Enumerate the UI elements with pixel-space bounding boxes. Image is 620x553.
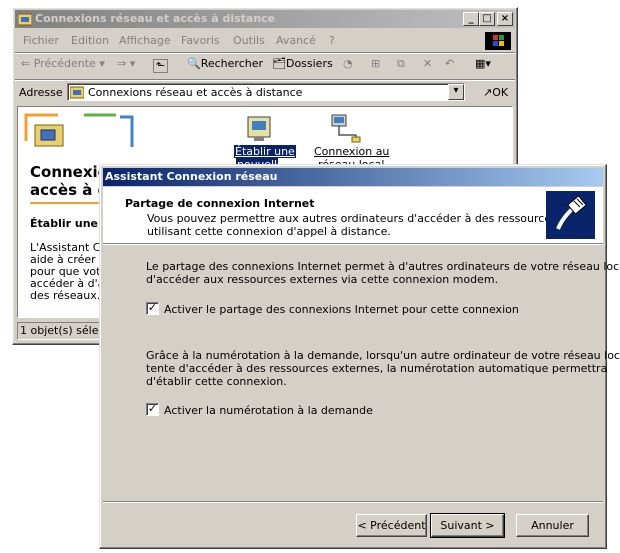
dial-demand-desc-line2: tente d'accéder à des ressources externe… [146, 362, 608, 375]
move-to-icon[interactable]: ⊞ [371, 57, 380, 70]
views-icon[interactable]: ▦▾ [475, 57, 491, 70]
address-bar: Adresse Connexions réseau et accès à dis… [17, 82, 513, 104]
menu-favoris[interactable]: Favoris [181, 34, 220, 47]
forward-arrow-icon: ⇒ [117, 57, 127, 70]
back-button[interactable]: < Précédent [356, 514, 427, 537]
search-button[interactable]: 🔍Rechercher [187, 57, 263, 70]
menu-bar: Fichier Edition Affichage Favoris Outils… [17, 32, 513, 50]
go-button[interactable]: ↗OK [483, 86, 508, 99]
maximize-button[interactable]: □ [479, 12, 495, 26]
network-folder-icon [70, 86, 84, 99]
folder-body-line: des réseaux. [30, 289, 101, 302]
menu-help[interactable]: ? [329, 34, 335, 47]
network-cable-icon [546, 191, 595, 239]
folder-heading-line2: accès à d [30, 181, 109, 199]
address-input[interactable]: Connexions réseau et accès à distance ▾ [67, 83, 465, 101]
wizard-title: Assistant Connexion réseau [105, 170, 278, 183]
dial-demand-desc-line3: d'établir cette connexion. [146, 375, 287, 388]
menu-outils[interactable]: Outils [233, 34, 265, 47]
menu-affichage[interactable]: Affichage [119, 34, 171, 47]
lan-connection-label-line1: Connexion au [314, 145, 390, 158]
explorer-titlebar[interactable]: Connexions réseau et accès à distance _ … [15, 10, 515, 28]
cancel-button[interactable]: Annuler [516, 514, 589, 537]
back-button[interactable]: ⇐ Précédente ▾ [21, 57, 105, 70]
copy-to-icon[interactable]: ⧉ [397, 57, 405, 71]
new-connection-item[interactable]: Établir une nouvell [230, 109, 296, 171]
back-label: Précédente [33, 57, 96, 70]
undo-icon[interactable]: ↶ [445, 57, 454, 70]
next-button[interactable]: Suivant > [430, 513, 505, 538]
folders-icon: 🗂 [272, 57, 286, 70]
menu-fichier[interactable]: Fichier [23, 34, 59, 47]
search-icon: 🔍 [187, 57, 201, 70]
sharing-desc-line1: Le partage des connexions Internet perme… [146, 260, 620, 273]
ics-checkbox-label[interactable]: Activer le partage des connexions Intern… [164, 303, 519, 316]
folder-subheading: Établir une n [30, 217, 110, 230]
explorer-toolbar: ⇐ Précédente ▾ ⇒ ▾ ⬑ 🔍Rechercher 🗂Dossie… [17, 54, 513, 78]
close-button[interactable]: × [497, 12, 513, 26]
folders-label: Dossiers [285, 57, 333, 70]
wizard-header-title: Partage de connexion Internet [125, 197, 315, 210]
explorer-title: Connexions réseau et accès à distance [35, 12, 276, 25]
address-label: Adresse [19, 86, 63, 99]
sharing-desc-line2: d'accéder aux ressources externes via ce… [146, 273, 499, 286]
search-label: Rechercher [200, 57, 263, 70]
footer-separator [103, 501, 603, 503]
address-value: Connexions réseau et accès à distance [88, 86, 303, 99]
history-icon[interactable]: ◔ [343, 57, 353, 70]
windows-logo-icon [485, 32, 511, 50]
go-label: OK [492, 86, 509, 99]
up-folder-icon[interactable]: ⬑ [153, 59, 169, 73]
dial-demand-checkbox[interactable]: ✓ [146, 403, 159, 416]
toolbar-separator [15, 79, 515, 81]
folders-button[interactable]: 🗂Dossiers [272, 57, 333, 70]
dial-demand-checkbox-label[interactable]: Activer la numérotation à la demande [164, 404, 373, 417]
new-connection-icon [247, 116, 271, 141]
wizard-header-desc-line2: utilisant cette connexion d'appel à dist… [147, 225, 391, 238]
ics-checkbox[interactable]: ✓ [146, 302, 159, 315]
delete-icon[interactable]: ✕ [423, 57, 432, 70]
forward-button[interactable]: ⇒ ▾ [117, 57, 135, 70]
wizard-titlebar[interactable]: Assistant Connexion réseau [103, 168, 603, 186]
header-separator [103, 243, 603, 245]
wizard-header: Partage de connexion Internet Vous pouve… [103, 187, 603, 243]
network-folder-icon [18, 13, 32, 26]
menu-avance[interactable]: Avancé [276, 34, 316, 47]
local-connection-item[interactable]: Connexion au réseau local [308, 109, 398, 171]
go-arrow-icon: ↗ [483, 86, 493, 99]
minimize-button[interactable]: _ [463, 12, 479, 26]
network-folder-large-icon [34, 124, 64, 147]
new-connection-label-line1: Établir une [234, 145, 296, 158]
back-arrow-icon: ⇐ [21, 57, 31, 70]
menu-edition[interactable]: Edition [71, 34, 109, 47]
address-dropdown-button[interactable]: ▾ [448, 84, 464, 100]
lan-connection-icon [331, 114, 361, 143]
dial-demand-desc-line1: Grâce à la numérotation à la demande, lo… [146, 349, 620, 362]
wizard-header-desc-line1: Vous pouvez permettre aux autres ordinat… [147, 212, 575, 225]
network-wizard-dialog: Assistant Connexion réseau Partage de co… [99, 164, 620, 549]
